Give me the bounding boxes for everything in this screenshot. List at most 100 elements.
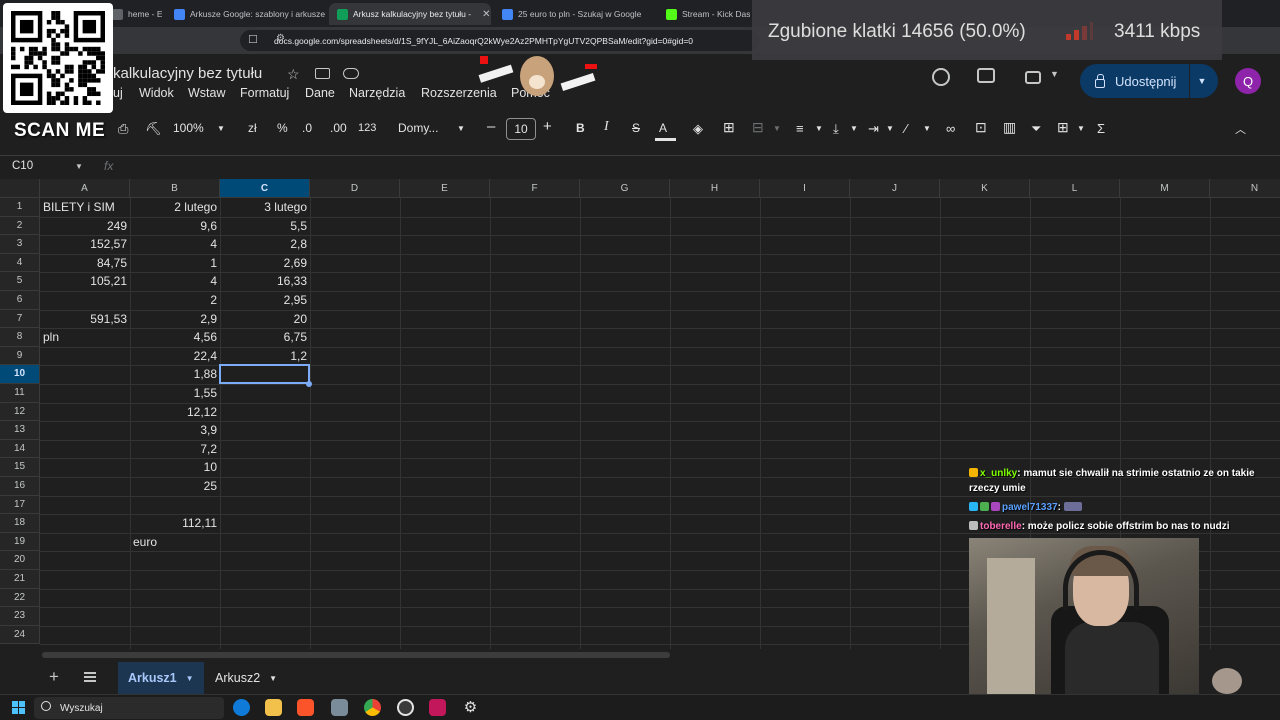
row-header[interactable]: 19 xyxy=(0,532,40,552)
currency-format-button[interactable]: zł xyxy=(248,121,257,135)
chevron-down-icon[interactable]: ▼ xyxy=(75,162,83,171)
paint-format-icon[interactable]: ⛏ xyxy=(145,121,162,137)
align-icon[interactable]: ≡ xyxy=(796,121,804,136)
row-header[interactable]: 15 xyxy=(0,458,40,477)
filter-views-icon[interactable]: ⊞ xyxy=(1057,119,1069,136)
row-header[interactable]: 14 xyxy=(0,439,40,459)
avatar[interactable]: Q xyxy=(1235,68,1261,94)
cell-A2[interactable]: 249 xyxy=(40,217,130,235)
site-info-icon[interactable]: ⚙ xyxy=(276,33,285,44)
sheet-tab-arkusz1[interactable]: Arkusz1 ▼ xyxy=(118,662,204,694)
row-header[interactable]: 3 xyxy=(0,235,40,254)
row-header[interactable]: 4 xyxy=(0,253,40,273)
bookmark-icon[interactable]: ☐ xyxy=(248,33,258,46)
browser-tab[interactable]: Arkusze Google: szablony i arkusze k xyxy=(166,3,326,25)
menu-insert[interactable]: Wstaw xyxy=(188,86,226,100)
cell-A4[interactable]: 84,75 xyxy=(40,254,130,272)
column-header[interactable]: M xyxy=(1120,179,1210,198)
italic-button[interactable]: I xyxy=(604,119,609,135)
bold-button[interactable]: B xyxy=(576,121,585,135)
number-format-button[interactable]: 123 xyxy=(358,122,376,134)
windows-start-icon[interactable] xyxy=(12,701,25,714)
row-header[interactable]: 21 xyxy=(0,570,40,589)
column-header[interactable]: K xyxy=(940,179,1030,198)
app-icon[interactable] xyxy=(429,699,446,716)
all-sheets-icon[interactable] xyxy=(84,672,96,682)
comments-icon[interactable] xyxy=(977,68,995,83)
decrease-decimal-button[interactable]: .0 xyxy=(302,121,312,135)
chevron-down-icon[interactable]: ▼ xyxy=(217,124,225,133)
chevron-down-icon[interactable]: ▼ xyxy=(457,124,465,133)
app-icon[interactable] xyxy=(331,699,348,716)
cell-C2[interactable]: 5,5 xyxy=(220,217,310,235)
name-box[interactable]: C10 xyxy=(12,160,33,172)
cell-B4[interactable]: 1 xyxy=(130,254,220,272)
share-button[interactable]: Udostępnij ▼ xyxy=(1080,64,1218,98)
close-tab-icon[interactable]: ✕ xyxy=(482,9,490,20)
text-rotation-icon[interactable]: ∕ xyxy=(905,121,907,136)
filter-icon[interactable]: ⏷ xyxy=(1031,121,1041,137)
row-header[interactable]: 18 xyxy=(0,514,40,533)
cell-C3[interactable]: 2,8 xyxy=(220,235,310,253)
cell-B1[interactable]: 2 lutego xyxy=(130,198,220,216)
column-header[interactable]: D xyxy=(310,179,400,198)
cell-C8[interactable]: 6,75 xyxy=(220,328,310,346)
cell-C4[interactable]: 2,69 xyxy=(220,254,310,272)
column-header[interactable]: H xyxy=(670,179,760,198)
settings-gear-icon[interactable]: ⚙ xyxy=(462,699,479,716)
zoom-select[interactable]: 100% xyxy=(173,121,204,135)
fill-handle[interactable] xyxy=(306,381,312,387)
cell-C5[interactable]: 16,33 xyxy=(220,272,310,290)
merge-cells-icon[interactable]: ⊟ xyxy=(752,119,764,136)
chevron-down-icon[interactable]: ▼ xyxy=(1077,124,1085,133)
fill-color-icon[interactable]: ◈ xyxy=(693,121,703,137)
font-size-increase-button[interactable]: + xyxy=(543,118,552,135)
text-wrap-icon[interactable]: ⇥ xyxy=(868,121,879,137)
document-title[interactable]: kalkulacyjny bez tytułu xyxy=(113,65,262,82)
link-icon[interactable]: ∞ xyxy=(946,121,955,136)
cell-B16[interactable]: 25 xyxy=(130,477,220,495)
row-header[interactable]: 10 xyxy=(0,365,40,384)
chrome-icon[interactable] xyxy=(364,699,381,716)
column-header[interactable]: I xyxy=(760,179,850,198)
cell-B9[interactable]: 22,4 xyxy=(130,347,220,365)
column-header[interactable]: L xyxy=(1030,179,1120,198)
column-header[interactable]: N xyxy=(1210,179,1280,198)
collapse-menu-icon[interactable]: ︿ xyxy=(1235,121,1246,137)
row-header[interactable]: 9 xyxy=(0,346,40,366)
comment-add-icon[interactable]: ⊡ xyxy=(975,119,987,136)
chevron-down-icon[interactable]: ▼ xyxy=(815,124,823,133)
row-header[interactable]: 1 xyxy=(0,198,40,217)
menu-format[interactable]: Formatuj xyxy=(240,86,289,100)
row-header[interactable]: 12 xyxy=(0,402,40,422)
file-explorer-icon[interactable] xyxy=(265,699,282,716)
cell-B13[interactable]: 3,9 xyxy=(130,421,220,439)
column-header[interactable]: G xyxy=(580,179,670,198)
row-header[interactable]: 20 xyxy=(0,551,40,570)
chevron-down-icon[interactable]: ▼ xyxy=(850,124,858,133)
add-sheet-button[interactable]: + xyxy=(49,667,59,687)
row-header[interactable]: 24 xyxy=(0,625,40,645)
meet-video-icon[interactable] xyxy=(1025,71,1041,84)
cell-B2[interactable]: 9,6 xyxy=(130,217,220,235)
star-icon[interactable]: ☆ xyxy=(287,66,300,83)
brave-icon[interactable] xyxy=(297,699,314,716)
vertical-align-icon[interactable]: ⤓ xyxy=(833,121,839,137)
row-header[interactable]: 23 xyxy=(0,607,40,626)
functions-button[interactable]: Σ xyxy=(1097,121,1105,136)
chart-icon[interactable]: ▥ xyxy=(1003,119,1016,136)
column-header[interactable]: J xyxy=(850,179,940,198)
chevron-down-icon[interactable]: ▼ xyxy=(186,674,194,683)
borders-icon[interactable]: ⊞ xyxy=(723,119,735,136)
print-icon[interactable]: ⎙ xyxy=(118,121,128,137)
text-color-button[interactable]: A xyxy=(659,121,667,135)
horizontal-scrollbar[interactable] xyxy=(42,652,670,658)
cell-B19[interactable]: euro xyxy=(130,533,220,551)
cell-B18[interactable]: 112,11 xyxy=(130,514,220,532)
column-header[interactable]: C xyxy=(220,179,310,198)
chevron-down-icon[interactable]: ▼ xyxy=(269,674,277,683)
browser-tab[interactable]: Arkusz kalkulacyjny bez tytułu - ✕ xyxy=(329,3,491,25)
chevron-down-icon[interactable]: ▼ xyxy=(1050,69,1059,79)
menu-tools[interactable]: Narzędzia xyxy=(349,86,405,100)
increase-decimal-button[interactable]: .00 xyxy=(330,121,347,135)
